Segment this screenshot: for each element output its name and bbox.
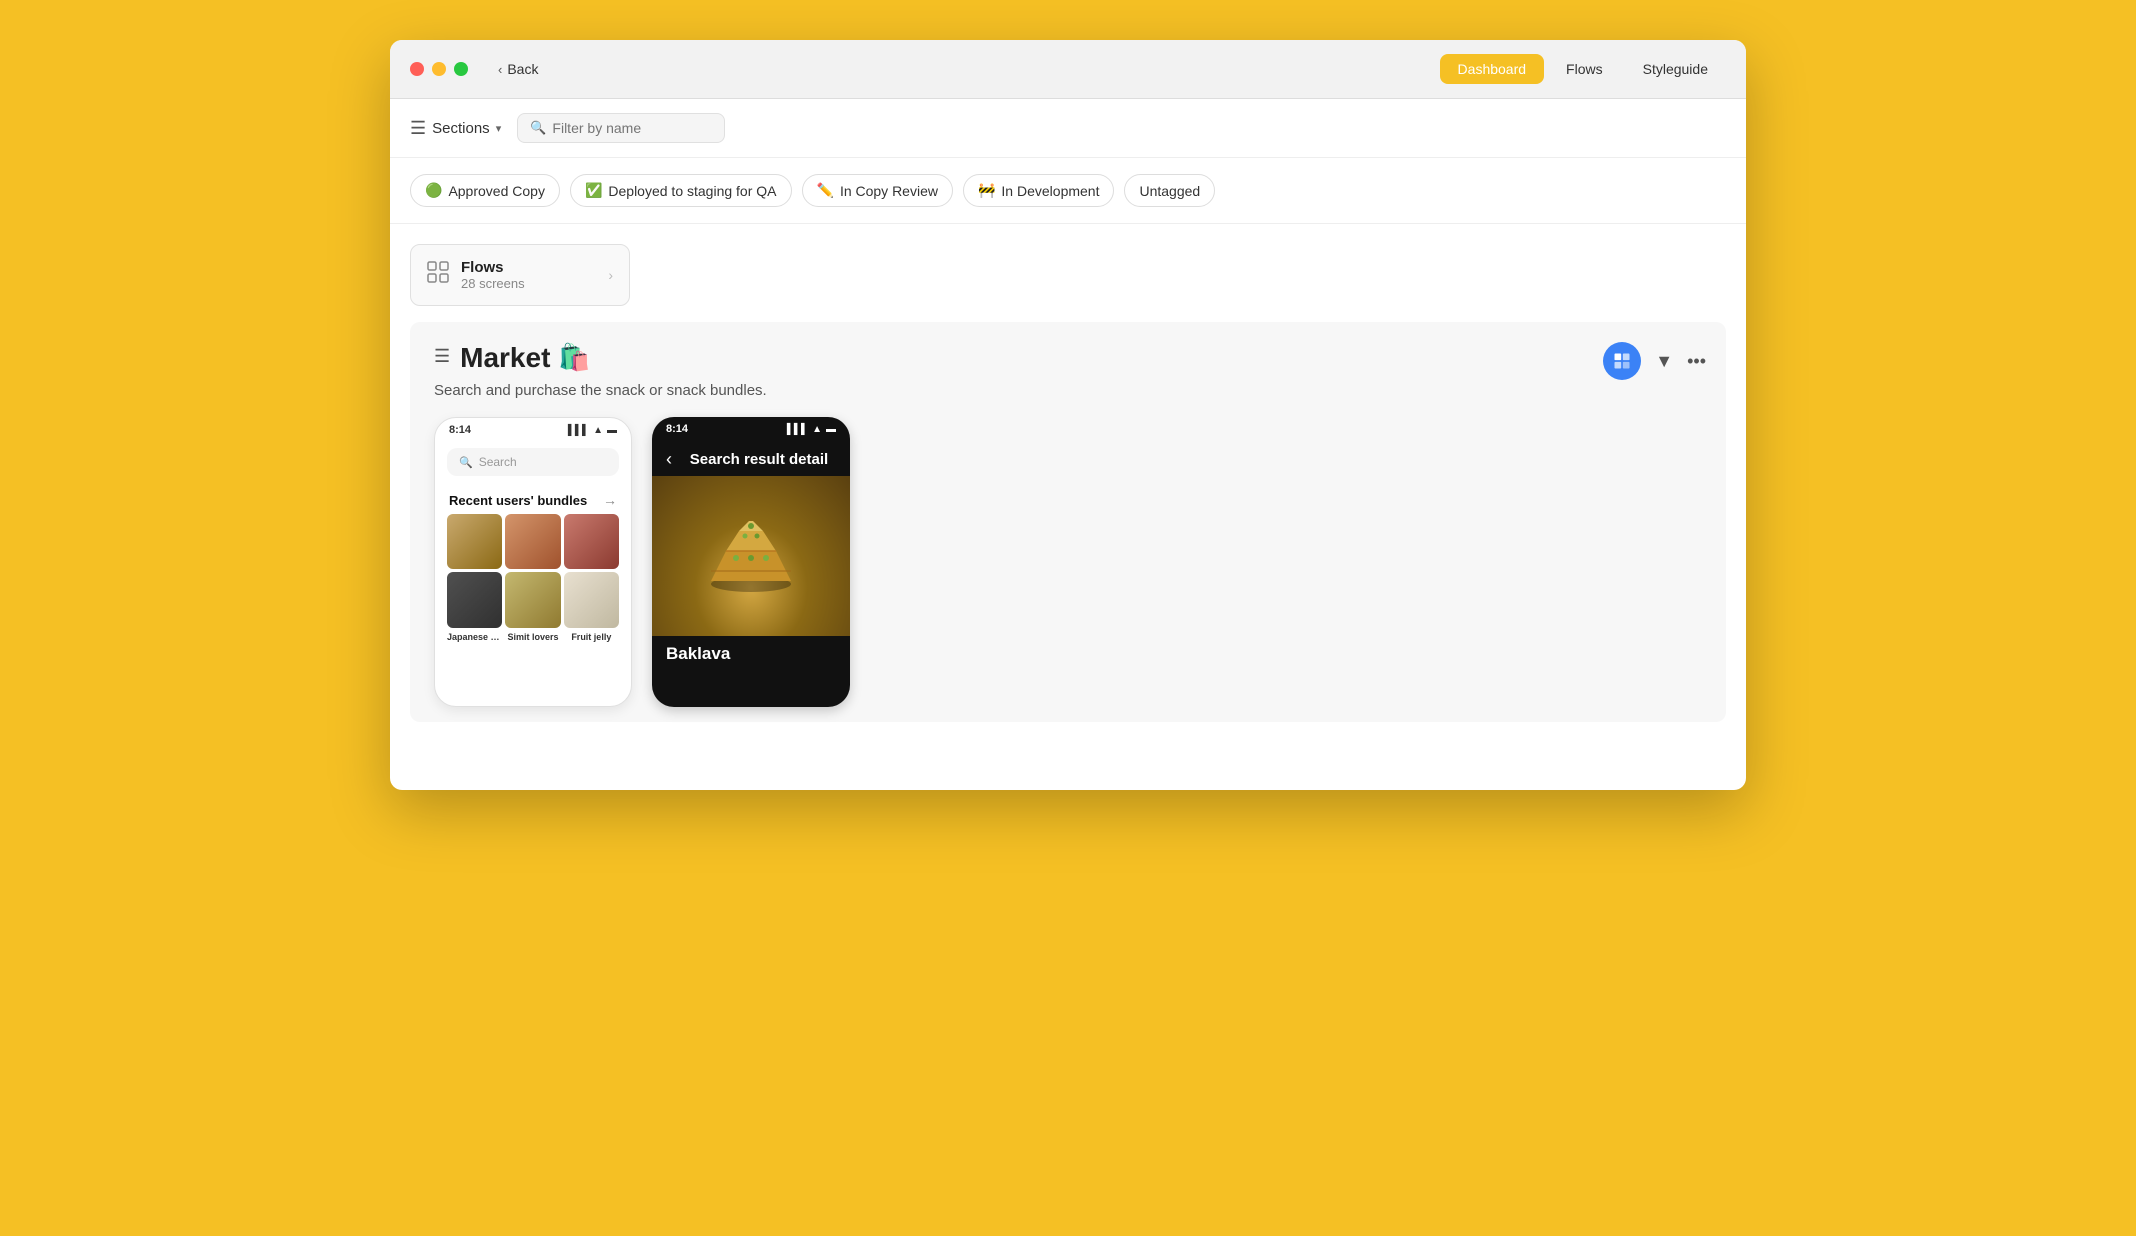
phone-search-icon: 🔍 [459,456,473,469]
flows-title: Flows [461,259,596,276]
grid-item-6[interactable] [564,572,619,627]
traffic-lights [410,62,468,76]
section-arrow-icon: → [603,492,617,508]
product-name: Baklava [666,644,730,663]
tag-approved-label: Approved Copy [448,183,545,199]
tag-staging-label: Deployed to staging for QA [608,183,776,199]
phone-search-bar[interactable]: 🔍 Search [447,448,619,476]
grid-item-4[interactable] [447,572,502,627]
phone-mockup-dark: 8:14 ▌▌▌ ▲ ▬ ‹ Search result detail [652,417,850,707]
phones-row: 8:14 ▌▌▌ ▲ ▬ 🔍 Search Recent users' bund… [434,417,1702,707]
tab-styleguide[interactable]: Styleguide [1625,54,1726,84]
status-icons-light: ▌▌▌ ▲ ▬ [568,425,617,436]
status-bar-dark: 8:14 ▌▌▌ ▲ ▬ [652,417,850,439]
tag-copy-review[interactable]: ✏️ In Copy Review [802,174,953,207]
phone-section-title: Recent users' bundles [449,493,587,508]
preview-title: Market [460,342,550,374]
preview-title-emoji: 🛍️ [558,342,590,373]
tag-staging[interactable]: ✅ Deployed to staging for QA [570,174,792,207]
filter-input[interactable] [552,120,712,136]
time-light: 8:14 [449,424,471,436]
grid-item-3[interactable] [564,514,619,569]
grid-item-1[interactable] [447,514,502,569]
item-label-3: Fruit jelly [564,632,619,642]
tab-dashboard[interactable]: Dashboard [1440,54,1545,84]
back-label: Back [507,61,538,77]
search-icon: 🔍 [530,120,546,136]
layers-button[interactable] [1603,342,1641,380]
phone-item-labels: Japanese s... Simit lovers Fruit jelly [435,628,631,642]
phone-dark-header: ‹ Search result detail [652,439,850,476]
preview-controls: ▼ ••• [1603,342,1706,380]
maximize-button[interactable] [454,62,468,76]
nav-tabs: Dashboard Flows Styleguide [1440,54,1726,84]
back-arrow-dark-icon[interactable]: ‹ [666,449,672,470]
tag-development-label: In Development [1001,183,1099,199]
flows-info: Flows 28 screens [461,259,596,291]
signal-icon: ▌▌▌ [568,425,589,436]
chevron-down-icon: ▾ [496,122,502,135]
time-dark: 8:14 [666,423,688,435]
item-label-2: Simit lovers [505,632,560,642]
wifi-icon: ▲ [593,425,603,436]
minimize-button[interactable] [432,62,446,76]
staging-icon: ✅ [585,182,602,199]
toolbar: ☰ Sections ▾ 🔍 [390,99,1746,158]
tag-untagged-label: Untagged [1139,183,1200,199]
filter-input-wrap[interactable]: 🔍 [517,113,725,143]
flows-list-item[interactable]: Flows 28 screens › [410,244,630,306]
close-button[interactable] [410,62,424,76]
tag-approved[interactable]: 🟢 Approved Copy [410,174,560,207]
back-button[interactable]: ‹ Back [498,61,538,77]
tags-row: 🟢 Approved Copy ✅ Deployed to staging fo… [390,158,1746,224]
tag-copy-review-label: In Copy Review [840,183,938,199]
preview-menu-icon: ☰ [434,346,450,367]
status-icons-dark: ▌▌▌ ▲ ▬ [787,424,836,435]
tag-untagged[interactable]: Untagged [1124,174,1215,207]
titlebar: ‹ Back Dashboard Flows Styleguide [390,40,1746,99]
copy-review-icon: ✏️ [817,182,834,199]
phone-dark-title: Search result detail [682,451,836,468]
grid-item-5[interactable] [505,572,560,627]
approved-icon: 🟢 [425,182,442,199]
food-grid [435,514,631,628]
flows-grid-icon [427,261,449,289]
preview-description: Search and purchase the snack or snack b… [434,382,1702,399]
content-area: Flows 28 screens › ▼ ••• [390,224,1746,742]
phone-mockup-light: 8:14 ▌▌▌ ▲ ▬ 🔍 Search Recent users' bund… [434,417,632,707]
signal-icon-dark: ▌▌▌ [787,424,808,435]
tag-development[interactable]: 🚧 In Development [963,174,1115,207]
more-options-icon[interactable]: ••• [1687,351,1706,372]
flows-subtitle: 28 screens [461,276,596,291]
baklava-title-bar: Baklava [652,636,850,672]
wifi-icon-dark: ▲ [812,424,822,435]
battery-icon-dark: ▬ [826,424,836,435]
sections-button[interactable]: ☰ Sections ▾ [410,118,501,139]
tab-flows[interactable]: Flows [1548,54,1621,84]
app-window: ‹ Back Dashboard Flows Styleguide ☰ Sect… [390,40,1746,790]
item-label-1: Japanese s... [447,632,502,642]
preview-area: ▼ ••• ☰ Market 🛍️ Search and purchase th… [410,322,1726,722]
phone-section-header: Recent users' bundles → [435,484,631,514]
preview-header: ☰ Market 🛍️ [434,342,1702,374]
back-chevron-icon: ‹ [498,62,502,77]
status-bar-light: 8:14 ▌▌▌ ▲ ▬ [435,418,631,440]
baklava-image [652,476,850,636]
development-icon: 🚧 [978,182,995,199]
sections-label: Sections [432,120,490,137]
list-icon: ☰ [410,118,426,139]
flows-chevron-icon: › [608,267,613,283]
phone-search-placeholder: Search [479,455,517,469]
battery-icon: ▬ [607,425,617,436]
dropdown-icon[interactable]: ▼ [1655,351,1673,372]
grid-item-2[interactable] [505,514,560,569]
